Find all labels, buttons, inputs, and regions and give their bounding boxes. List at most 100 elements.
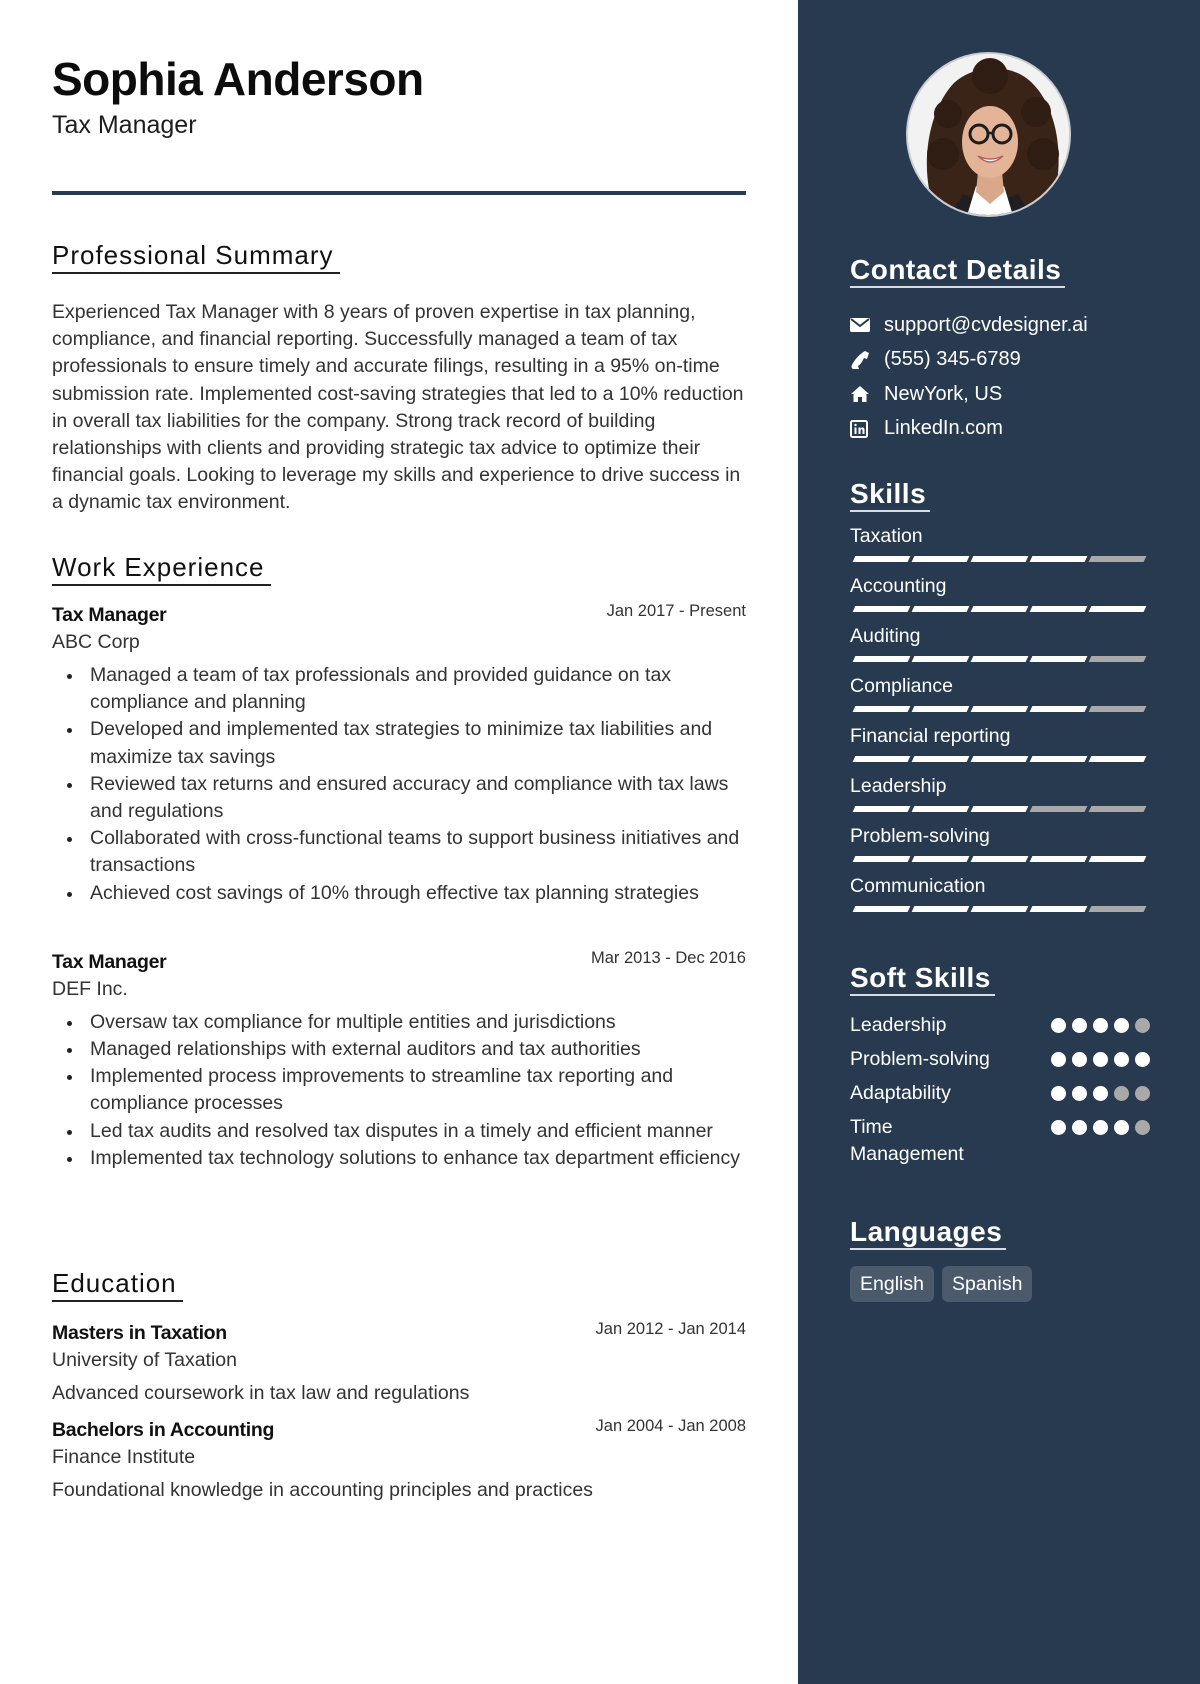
skill-item: Taxation (850, 524, 1150, 574)
soft-skills-list: Leadership Problem-solving Adaptability Tim… (850, 1012, 1150, 1168)
rating-dot-filled (1072, 1120, 1087, 1135)
rating-dot-filled (1051, 1018, 1066, 1033)
education-entry: Masters in Taxation Jan 2012 - Jan 2014 … (52, 1320, 746, 1405)
skill-rating-bar (850, 906, 1150, 912)
skill-segment-filled (1029, 656, 1088, 662)
skill-segment-filled (852, 906, 911, 912)
skill-segment-filled (911, 706, 970, 712)
rating-dot-filled (1072, 1018, 1087, 1033)
profile-photo-illustration (908, 54, 1069, 215)
skill-segment-filled (1029, 756, 1088, 762)
contact-phone[interactable]: (555) 345-6789 (850, 343, 1160, 378)
skill-segment-filled (970, 606, 1029, 612)
skill-segment-empty (1088, 656, 1147, 662)
skill-segment-filled (970, 706, 1029, 712)
skills-section: Skills Taxation Accounting Auditing Complia… (850, 478, 1150, 924)
degree: Masters in Taxation (52, 1322, 227, 1344)
skill-name: Auditing (850, 625, 921, 647)
language-tag: English (850, 1266, 934, 1302)
skill-name: Accounting (850, 575, 947, 597)
rating-dot-filled (1114, 1018, 1129, 1033)
skill-segment-filled (970, 556, 1029, 562)
skill-segment-filled (1088, 856, 1147, 862)
skill-segment-empty (1088, 806, 1147, 812)
education-description: Foundational knowledge in accounting pri… (52, 1479, 593, 1501)
skill-segment-filled (970, 906, 1029, 912)
skill-segment-filled (970, 856, 1029, 862)
education-description: Advanced coursework in tax law and regul… (52, 1382, 470, 1404)
rating-dot-filled (1093, 1120, 1108, 1135)
contact-linkedin[interactable]: LinkedIn.com (850, 412, 1160, 447)
job-entry: Tax Manager Jan 2017 - Present ABC Corp … (52, 602, 746, 907)
skill-segment-filled (1088, 756, 1147, 762)
skill-segment-filled (911, 806, 970, 812)
education-dates: Jan 2012 - Jan 2014 (595, 1320, 746, 1338)
skill-item: Leadership (850, 774, 1150, 824)
job-bullet: Implemented process improvements to stre… (52, 1063, 746, 1117)
contact-email[interactable]: support@cvdesigner.ai (850, 308, 1160, 343)
skill-segment-filled (1029, 556, 1088, 562)
soft-skill-rating-dots (1051, 1046, 1150, 1067)
section-heading-contact: Contact Details (850, 254, 1066, 288)
section-heading-work: Work Experience (52, 552, 271, 586)
skill-rating-bar (850, 706, 1150, 712)
job-bullet: Implemented tax technology solutions to … (52, 1145, 746, 1172)
home-icon (850, 385, 884, 403)
skill-segment-empty (1088, 556, 1147, 562)
skill-item: Accounting (850, 574, 1150, 624)
soft-skill-item: Leadership (850, 1012, 1150, 1046)
skill-name: Compliance (850, 675, 953, 697)
contact-location-text: NewYork, US (884, 382, 1003, 405)
skills-list: Taxation Accounting Auditing Compliance Fina… (850, 524, 1150, 924)
summary-text: Experienced Tax Manager with 8 years of … (52, 301, 744, 514)
job-bullets: Oversaw tax compliance for multiple enti… (52, 1009, 746, 1172)
section-heading-summary: Professional Summary (52, 240, 340, 274)
soft-skill-rating-dots (1051, 1114, 1150, 1135)
work-experience-section: Work Experience Tax Manager Jan 2017 - P… (52, 552, 746, 1172)
skill-rating-bar (850, 606, 1150, 612)
skill-item: Financial reporting (850, 724, 1150, 774)
section-heading-soft-skills: Soft Skills (850, 962, 995, 996)
education-dates: Jan 2004 - Jan 2008 (595, 1417, 746, 1435)
skill-segment-filled (852, 706, 911, 712)
rating-dot-filled (1114, 1120, 1129, 1135)
section-heading-skills: Skills (850, 478, 931, 512)
soft-skill-rating-dots (1051, 1080, 1150, 1101)
skill-name: Taxation (850, 525, 923, 547)
job-bullet: Managed a team of tax professionals and … (52, 662, 746, 716)
soft-skill-rating-dots (1051, 1012, 1150, 1033)
candidate-name: Sophia Anderson (52, 53, 424, 105)
job-bullets: Managed a team of tax professionals and … (52, 662, 746, 907)
degree: Bachelors in Accounting (52, 1419, 275, 1441)
skill-segment-filled (911, 756, 970, 762)
soft-skill-item: Time Management (850, 1114, 1150, 1168)
rating-dot-filled (1072, 1086, 1087, 1101)
job-bullet: Managed relationships with external audi… (52, 1036, 746, 1063)
job-role: Tax Manager (52, 950, 167, 973)
skill-segment-empty (1088, 906, 1147, 912)
skill-rating-bar (850, 806, 1150, 812)
skill-segment-filled (1088, 606, 1147, 612)
rating-dot-filled (1135, 1052, 1150, 1067)
skill-segment-filled (852, 856, 911, 862)
skill-name: Problem-solving (850, 825, 990, 847)
rating-dot-filled (1114, 1052, 1129, 1067)
skill-rating-bar (850, 756, 1150, 762)
rating-dot-empty (1135, 1086, 1150, 1101)
school: University of Taxation (52, 1349, 237, 1371)
skill-item: Compliance (850, 674, 1150, 724)
job-dates: Jan 2017 - Present (606, 602, 746, 620)
job-bullet: Collaborated with cross-functional teams… (52, 825, 746, 879)
skill-segment-filled (1029, 856, 1088, 862)
rating-dot-filled (1093, 1018, 1108, 1033)
language-tag: Spanish (941, 1266, 1033, 1302)
skill-segment-filled (852, 556, 911, 562)
contact-location: NewYork, US (850, 377, 1160, 412)
skill-name: Communication (850, 875, 986, 897)
job-dates: Mar 2013 - Dec 2016 (590, 948, 746, 967)
rating-dot-empty (1114, 1086, 1129, 1101)
soft-skill-name: Problem-solving (850, 1048, 990, 1070)
job-entry: Tax Manager Mar 2013 - Dec 2016 DEF Inc.… (52, 948, 746, 1172)
rating-dot-filled (1093, 1086, 1108, 1101)
skill-segment-empty (1088, 706, 1147, 712)
